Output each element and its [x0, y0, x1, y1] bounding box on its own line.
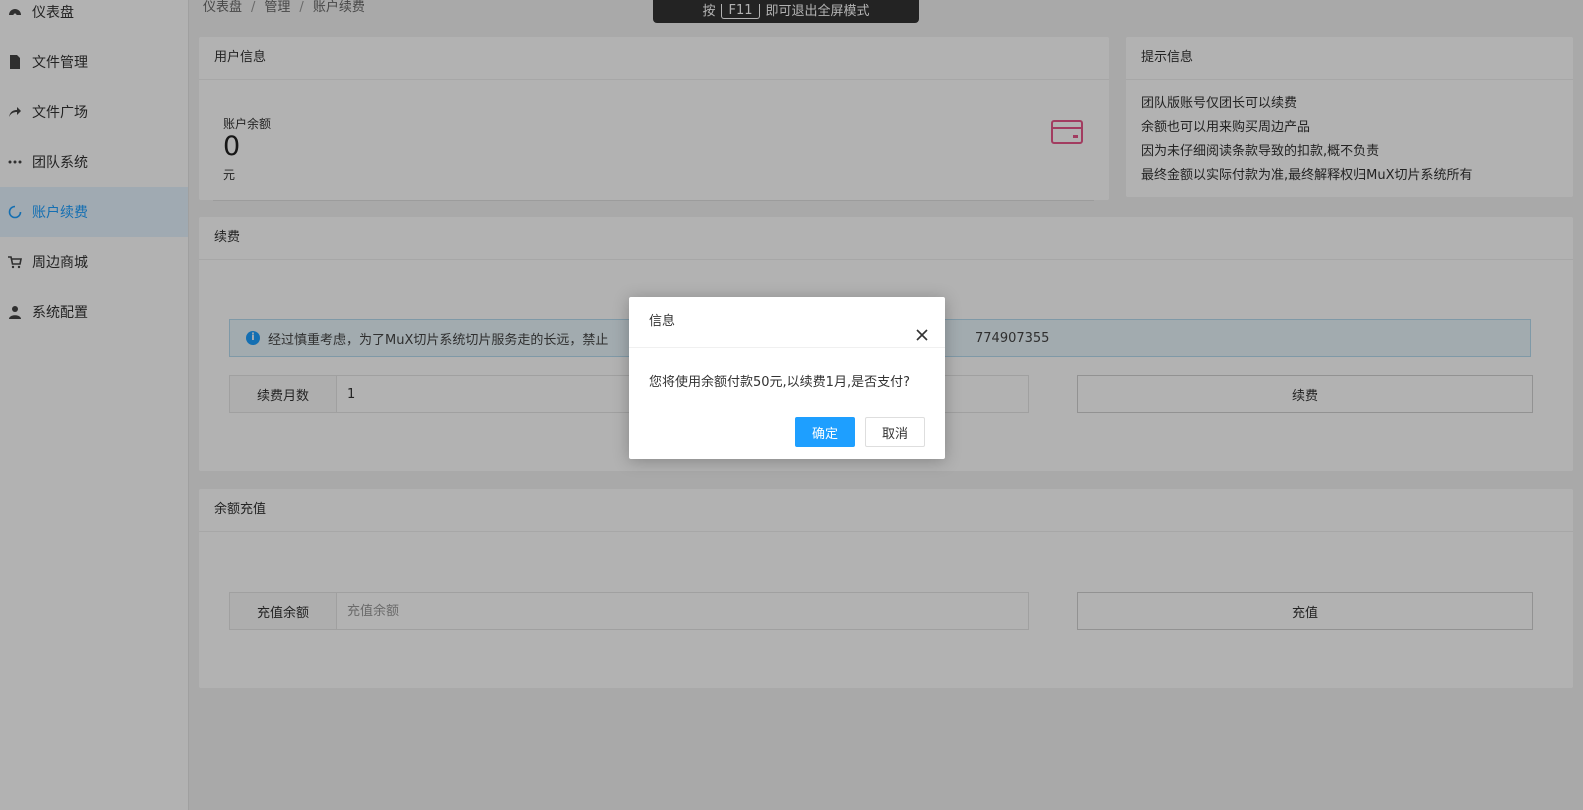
- dialog-message: 您将使用余额付款50元,以续费1月,是否支付?: [649, 375, 910, 390]
- cancel-button[interactable]: 取消: [865, 417, 925, 447]
- confirm-dialog: 信息 您将使用余额付款50元,以续费1月,是否支付? 确定 取消: [629, 297, 945, 459]
- dialog-title: 信息: [649, 314, 676, 329]
- close-icon[interactable]: [915, 314, 929, 341]
- confirm-button[interactable]: 确定: [795, 417, 855, 447]
